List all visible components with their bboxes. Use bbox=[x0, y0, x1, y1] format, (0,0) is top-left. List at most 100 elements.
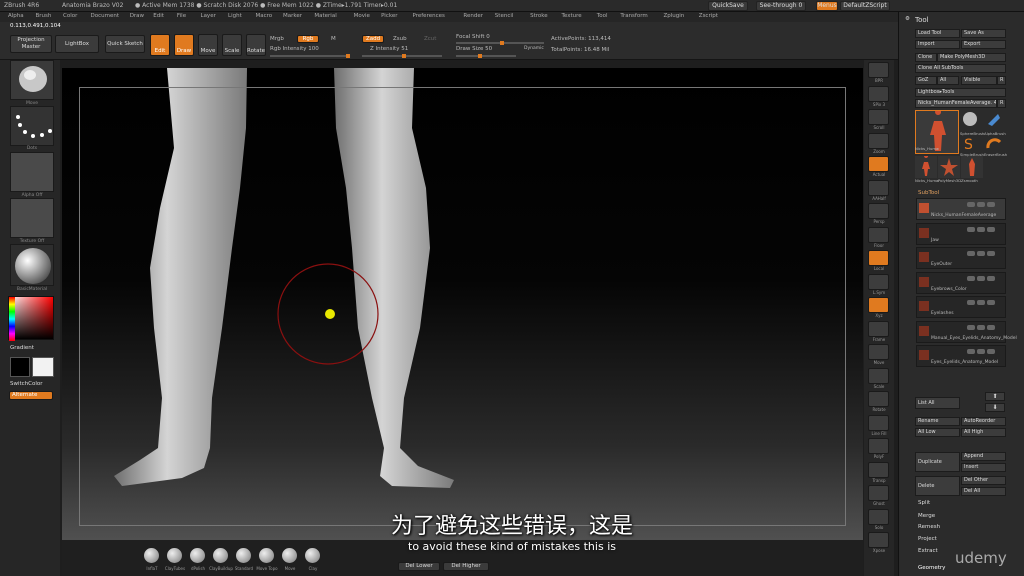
menu-item-zscript[interactable]: Zscript bbox=[699, 13, 718, 19]
dpolish-brush-icon[interactable] bbox=[190, 548, 205, 563]
save-as-button[interactable]: Save As bbox=[961, 29, 1006, 38]
menus-button[interactable]: Menus bbox=[816, 1, 838, 11]
claytubes-brush-icon[interactable] bbox=[167, 548, 182, 563]
quick-sketch-button[interactable]: Quick Sketch bbox=[105, 35, 145, 53]
polyf-icon[interactable] bbox=[868, 438, 889, 454]
quicksave-button[interactable]: QuickSave bbox=[708, 1, 748, 11]
subtool-toggle[interactable] bbox=[967, 275, 975, 281]
mrgb-button[interactable]: Mrgb bbox=[270, 36, 284, 42]
subtool-toggle[interactable] bbox=[967, 324, 975, 330]
subtool-toggle[interactable] bbox=[977, 300, 985, 305]
scroll-icon[interactable] bbox=[868, 109, 889, 125]
move-button[interactable]: Move bbox=[198, 34, 218, 56]
menu-item-layer[interactable]: Layer bbox=[201, 13, 216, 19]
subtool-header[interactable]: SubTool bbox=[918, 190, 939, 196]
line-fill-icon[interactable] bbox=[868, 414, 889, 431]
rgb-intensity-track[interactable] bbox=[270, 54, 350, 58]
see-through-slider[interactable]: See-through 0 bbox=[756, 1, 806, 11]
append-button[interactable]: Append bbox=[961, 452, 1006, 461]
list-all-button[interactable]: List All bbox=[915, 397, 960, 409]
brush-thumbnail[interactable] bbox=[10, 60, 54, 100]
draw-button[interactable]: Draw bbox=[174, 34, 194, 56]
subtool-row[interactable]: Manual_Eyes_Eyelids_Anatomy_Model bbox=[916, 320, 1017, 343]
draw-size-slider[interactable]: Draw Size 50 bbox=[456, 46, 492, 52]
zadd-button[interactable]: Zadd bbox=[362, 35, 384, 43]
subtool-toggle[interactable] bbox=[967, 226, 975, 232]
clone-all-subtools-button[interactable]: Clone All SubTools bbox=[915, 64, 1006, 73]
menu-item-material[interactable]: Material bbox=[314, 13, 336, 19]
subtool-row[interactable]: EyeOuter bbox=[916, 247, 1006, 269]
eye-visibility-icon[interactable] bbox=[987, 324, 995, 330]
zoom-icon[interactable] bbox=[868, 132, 889, 149]
del-lower-button[interactable]: Del Lower bbox=[398, 562, 440, 571]
menu-item-light[interactable]: Light bbox=[228, 13, 242, 19]
polymesh-thumb[interactable] bbox=[938, 156, 960, 178]
subtool-row[interactable]: Eyebrows_Color bbox=[916, 271, 1006, 294]
xyz-icon[interactable] bbox=[868, 297, 889, 313]
switchcolor-button[interactable]: SwitchColor bbox=[10, 381, 43, 387]
all-high-button[interactable]: All High bbox=[961, 428, 1006, 437]
menu-item-document[interactable]: Document bbox=[91, 13, 120, 19]
load-tool-button[interactable]: Load Tool bbox=[915, 29, 960, 38]
eye-visibility-icon[interactable] bbox=[987, 202, 995, 207]
eye-visibility-icon[interactable] bbox=[987, 300, 995, 305]
goz-button[interactable]: GoZ bbox=[915, 76, 937, 85]
menu-item-alpha[interactable]: Alpha bbox=[8, 13, 24, 19]
material-thumbnail[interactable] bbox=[10, 244, 54, 286]
solo-icon[interactable] bbox=[868, 508, 889, 525]
subtool-toggle[interactable] bbox=[977, 324, 985, 330]
scale-icon[interactable] bbox=[868, 367, 889, 384]
transp-icon[interactable] bbox=[868, 461, 889, 478]
goz-visible-button[interactable]: Visible bbox=[961, 76, 997, 85]
projection-master-button[interactable]: Projection Master bbox=[10, 35, 52, 53]
menu-item-movie[interactable]: Movie bbox=[354, 13, 370, 19]
subtool-toggle[interactable] bbox=[977, 251, 985, 256]
edit-button[interactable]: Edit bbox=[150, 34, 170, 56]
eraser-brush-thumb[interactable] bbox=[984, 134, 1004, 154]
menu-item-texture[interactable]: Texture bbox=[562, 13, 582, 19]
rotate-button[interactable]: Rotate bbox=[246, 34, 266, 56]
clone-button[interactable]: Clone bbox=[915, 53, 937, 62]
rgb-intensity-slider[interactable]: Rgb Intensity 100 bbox=[270, 46, 319, 52]
alpha-brush-thumb[interactable] bbox=[984, 110, 1004, 132]
autoreorder-button[interactable]: AutoReorder bbox=[961, 417, 1006, 426]
zcut-button[interactable]: Zcut bbox=[424, 36, 436, 42]
menu-item-tool[interactable]: Tool bbox=[597, 13, 608, 19]
floor-icon[interactable] bbox=[868, 226, 889, 243]
menu-item-edit[interactable]: Edit bbox=[153, 13, 164, 19]
menu-item-render[interactable]: Render bbox=[463, 13, 483, 19]
del-other-button[interactable]: Del Other bbox=[961, 476, 1006, 485]
hue-strip[interactable] bbox=[9, 297, 15, 341]
standard-brush-icon[interactable] bbox=[236, 548, 251, 563]
eye-visibility-icon[interactable] bbox=[987, 226, 995, 232]
split-section[interactable]: Split bbox=[918, 500, 930, 506]
scale-button[interactable]: Scale bbox=[222, 34, 242, 56]
z-intensity-track[interactable] bbox=[362, 54, 442, 58]
alpha-thumbnail[interactable] bbox=[10, 152, 54, 192]
stroke-thumbnail[interactable] bbox=[10, 106, 54, 146]
clay-brush-icon[interactable] bbox=[305, 548, 320, 563]
move-brush-icon[interactable] bbox=[282, 548, 297, 563]
main-color-swatch[interactable] bbox=[10, 357, 30, 377]
duplicate-button[interactable]: Duplicate bbox=[915, 452, 960, 472]
subtool-toggle[interactable] bbox=[977, 349, 985, 354]
sphere-brush-thumb[interactable] bbox=[960, 110, 980, 132]
menu-item-transform[interactable]: Transform bbox=[620, 13, 647, 19]
rotate-icon[interactable] bbox=[868, 391, 889, 407]
export-button[interactable]: Export bbox=[961, 40, 1006, 49]
menu-item-file[interactable]: File bbox=[177, 13, 186, 19]
subtool-toggle[interactable] bbox=[977, 275, 985, 281]
subtool-toggle[interactable] bbox=[977, 202, 985, 207]
zsub-button[interactable]: Zsub bbox=[393, 36, 407, 42]
del-all-button[interactable]: Del All bbox=[961, 487, 1006, 496]
claybuildup-brush-icon[interactable] bbox=[213, 548, 228, 563]
gradient-button[interactable]: Gradient bbox=[10, 345, 34, 351]
default-zscript-button[interactable]: DefaultZScript bbox=[840, 1, 890, 11]
eye-visibility-icon[interactable] bbox=[987, 251, 995, 256]
m-button[interactable]: M bbox=[331, 36, 336, 42]
menu-item-macro[interactable]: Macro bbox=[256, 13, 273, 19]
persp-icon[interactable] bbox=[868, 203, 889, 219]
actual-icon[interactable] bbox=[868, 156, 889, 172]
subtool-toggle[interactable] bbox=[967, 251, 975, 256]
delete-button[interactable]: Delete bbox=[915, 476, 960, 496]
